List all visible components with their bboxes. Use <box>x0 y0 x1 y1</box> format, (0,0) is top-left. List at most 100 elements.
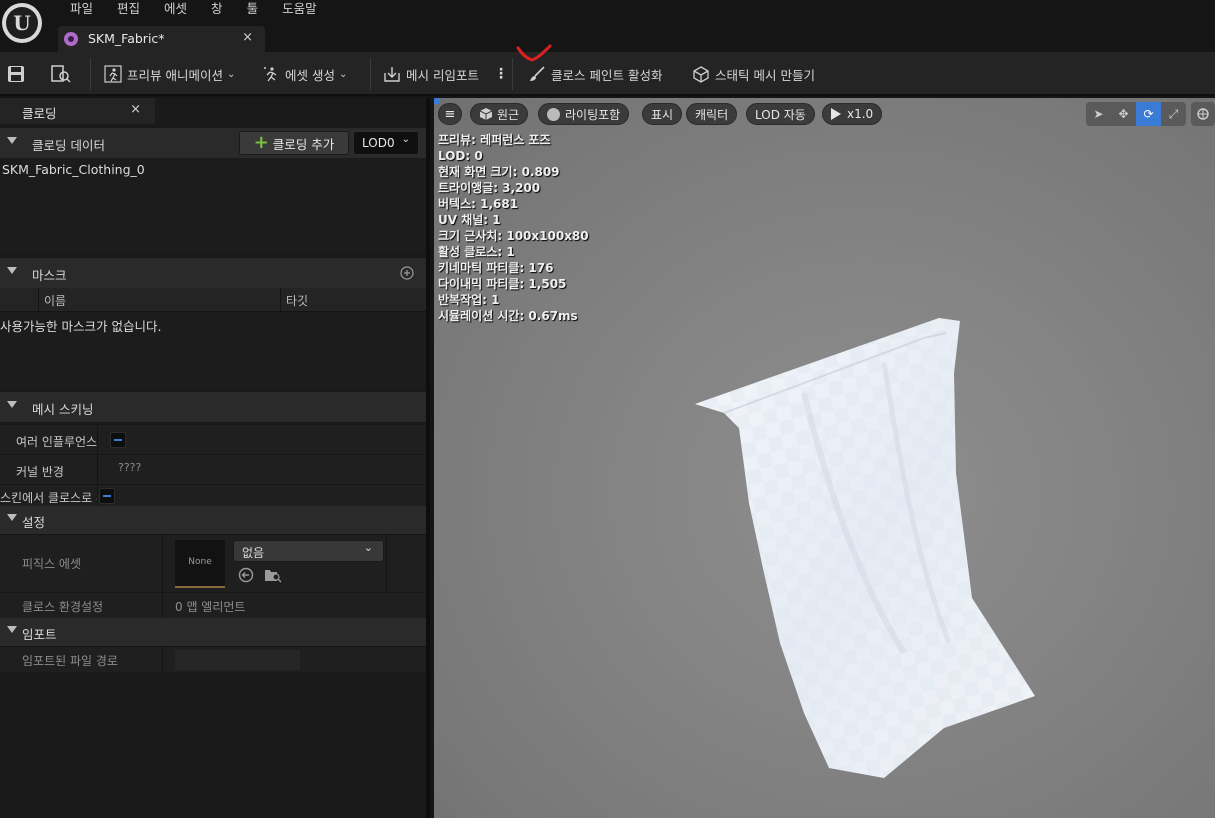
reimport-icon <box>384 67 400 82</box>
stat-line: 프리뷰: 레퍼런스 포즈 <box>438 133 551 147</box>
menu-asset[interactable]: 에셋 <box>152 0 199 20</box>
mask-list: 사용가능한 마스크가 없습니다. <box>0 312 426 388</box>
section-masks[interactable]: 마스크 <box>0 258 426 288</box>
add-clothing-label: 클로딩 추가 <box>272 136 335 152</box>
document-tab[interactable]: SKM_Fabric* × <box>58 26 265 52</box>
empty-mask-message: 사용가능한 마스크가 없습니다. <box>0 319 162 334</box>
viewport[interactable]: ≡ 원근 라이팅포함 표시 캐릭터 LOD 자동 x1.0 ➤ ✥ ⟳ ⤢ 프리… <box>434 98 1215 818</box>
preview-animation-label: 프리뷰 애니메이션 <box>127 67 223 83</box>
lod-auto-button[interactable]: LOD 자동 <box>746 103 815 125</box>
viewport-focus-indicator <box>434 98 440 104</box>
stat-line: 반복작업: 1 <box>438 293 500 307</box>
collapse-arrow-icon <box>7 626 17 633</box>
stat-line: 현재 화면 크기: 0.809 <box>438 165 560 179</box>
column-divider <box>386 535 387 593</box>
stat-line: UV 채널: 1 <box>438 213 501 227</box>
select-tool-icon[interactable]: ➤ <box>1086 102 1111 126</box>
add-clothing-button[interactable]: + 클로딩 추가 <box>239 131 349 155</box>
translate-tool-icon[interactable]: ✥ <box>1111 102 1136 126</box>
stat-line: 버텍스: 1,681 <box>438 197 519 211</box>
menu-file[interactable]: 파일 <box>58 0 105 20</box>
transform-tools: ➤ ✥ ⟳ ⤢ <box>1086 102 1186 126</box>
column-header-target[interactable]: 타깃 <box>286 292 308 309</box>
clothing-panel-tab-label: 클로딩 <box>22 106 57 121</box>
browse-asset-button[interactable] <box>50 61 72 87</box>
menu-tools[interactable]: 툴 <box>235 0 271 20</box>
lod-select[interactable]: LOD0 ⌄ <box>353 131 419 155</box>
toolbar-separator <box>370 58 371 90</box>
stat-line: 크기 근사치: 100x100x80 <box>438 229 589 243</box>
menu-help[interactable]: 도움말 <box>270 0 329 20</box>
browse-asset-icon[interactable] <box>264 567 282 583</box>
reimport-mesh-label: 메시 리임포트 <box>406 67 479 83</box>
plus-icon: + <box>253 132 269 153</box>
multiple-influences-checkbox[interactable] <box>110 432 126 448</box>
reimport-mesh-button[interactable]: 메시 리임포트 <box>383 61 479 87</box>
section-title: 클로딩 데이터 <box>32 138 105 153</box>
property-label: 클로스 환경설정 <box>22 600 104 614</box>
column-divider <box>97 424 98 508</box>
lod-auto-label: LOD 자동 <box>755 107 806 122</box>
show-button[interactable]: 표시 <box>642 103 683 125</box>
camera-icon <box>1197 108 1209 120</box>
scale-tool-icon[interactable]: ⤢ <box>1161 102 1186 126</box>
property-label: 커널 반경 <box>16 465 64 479</box>
kernel-radius-value[interactable]: ???? <box>118 461 141 474</box>
character-button[interactable]: 캐릭터 <box>686 103 738 125</box>
section-clothing-data[interactable]: 클로딩 데이터 + 클로딩 추가 LOD0 ⌄ <box>0 128 426 158</box>
create-asset-icon <box>264 67 277 82</box>
section-mesh-skinning[interactable]: 메시 스키닝 <box>0 392 426 422</box>
unreal-logo-icon[interactable]: U <box>2 3 42 43</box>
mask-table-header: 이름 타깃 <box>0 288 426 312</box>
menu-window[interactable]: 창 <box>199 0 235 20</box>
clothing-panel-tab[interactable]: 클로딩 × <box>0 98 155 124</box>
add-mask-icon[interactable] <box>400 266 414 280</box>
toolbar: 프리뷰 애니메이션 ⌄ 에셋 생성 ⌄ 메시 리임포트 ⋮ 클로스 페인트 활성… <box>0 44 1215 96</box>
save-button[interactable] <box>6 61 26 87</box>
skin-to-cloth-checkbox[interactable] <box>99 488 115 504</box>
collapse-arrow-icon <box>7 137 17 144</box>
playback-speed-label: x1.0 <box>847 107 874 121</box>
rotate-tool-icon[interactable]: ⟳ <box>1136 102 1161 126</box>
column-header-name[interactable]: 이름 <box>44 292 66 309</box>
property-row: 커널 반경 ???? <box>0 454 426 484</box>
preview-animation-button[interactable]: 프리뷰 애니메이션 ⌄ <box>104 61 235 87</box>
use-selected-asset-icon[interactable] <box>238 567 254 583</box>
stat-line: 시뮬레이션 시간: 0.67ms <box>438 309 578 323</box>
document-tab-close-icon[interactable]: × <box>242 30 253 45</box>
section-title: 임포트 <box>22 627 57 642</box>
more-options-icon[interactable]: ⋮ <box>494 61 508 87</box>
section-title: 메시 스키닝 <box>32 402 94 417</box>
playback-speed-button[interactable]: x1.0 <box>822 103 883 125</box>
lighting-mode-button[interactable]: 라이팅포함 <box>538 103 630 125</box>
perspective-button[interactable]: 원근 <box>470 103 529 125</box>
perspective-label: 원근 <box>497 107 520 122</box>
document-tab-label: SKM_Fabric* <box>88 31 165 46</box>
cloth-config-value: 0 맵 엘리먼트 <box>175 600 246 614</box>
chevron-down-icon: ⌄ <box>226 68 236 80</box>
make-static-mesh-button[interactable]: 스태틱 메시 만들기 <box>692 61 815 87</box>
static-mesh-icon <box>693 66 709 83</box>
import-path-field[interactable] <box>175 650 300 670</box>
property-row-physics-asset: 피직스 에셋 None 없음 ⌄ <box>0 534 426 593</box>
title-bar: U 파일 편집 에셋 창 툴 도움말 SKM_Fabric* × <box>0 0 1215 52</box>
physics-asset-value: 없음 <box>242 546 265 560</box>
clothing-panel-close-icon[interactable]: × <box>130 102 141 117</box>
chevron-down-icon: ⌄ <box>401 134 410 145</box>
panel-splitter[interactable] <box>426 98 430 818</box>
camera-options-button[interactable] <box>1191 102 1215 126</box>
running-figure-icon <box>104 65 122 83</box>
stat-line: LOD: 0 <box>438 149 483 163</box>
create-asset-button[interactable]: 에셋 생성 ⌄ <box>262 61 347 87</box>
asset-thumbnail[interactable]: None <box>175 540 225 588</box>
property-row: 스킨에서 클로스로 부 <box>0 484 426 508</box>
collapse-arrow-icon <box>7 401 17 408</box>
property-row-import-path: 임포트된 파일 경로 <box>0 646 426 673</box>
section-import[interactable]: 임포트 <box>0 618 426 646</box>
section-settings[interactable]: 설정 <box>0 506 426 534</box>
menu-edit[interactable]: 편집 <box>105 0 152 20</box>
viewport-menu-button[interactable]: ≡ <box>438 103 462 125</box>
physics-asset-combo[interactable]: 없음 ⌄ <box>233 540 384 562</box>
lod-select-value: LOD0 <box>362 136 395 150</box>
list-item[interactable]: SKM_Fabric_Clothing_0 <box>2 162 145 177</box>
